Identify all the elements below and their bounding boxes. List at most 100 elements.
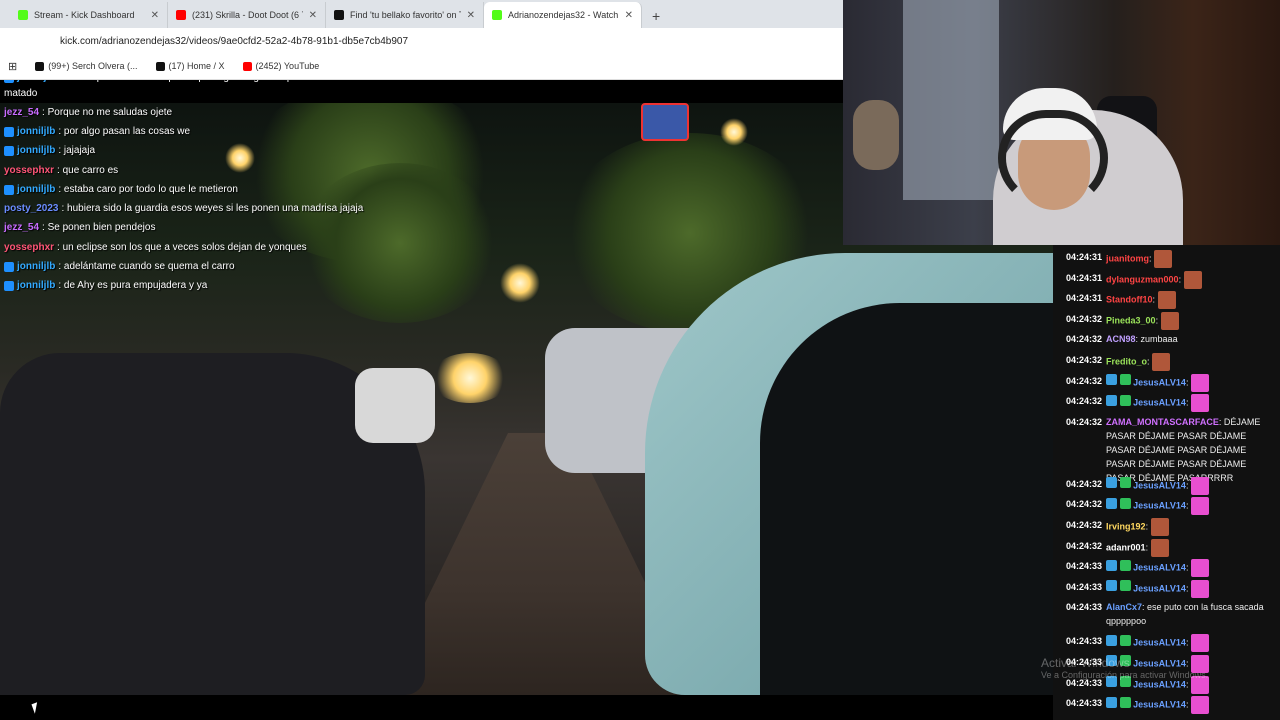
chat-message-row: 04:24:32 ZAMA_MONTASCARFACE: DÉJAME PASAR… <box>1066 415 1278 485</box>
chat-username[interactable]: Irving192 <box>1106 521 1146 531</box>
gift-badge-icon <box>1119 477 1131 489</box>
emote-icon <box>1183 270 1202 289</box>
subscriber-badge-icon <box>1106 394 1118 406</box>
gift-badge-icon <box>1119 373 1131 385</box>
chat-username[interactable]: AlanCx7 <box>1106 602 1142 612</box>
verified-badge-icon <box>4 145 14 156</box>
gift-badge-icon <box>1119 696 1131 708</box>
subscriber-badge-icon <box>1106 696 1118 708</box>
chat-username[interactable]: JesusALV14 <box>1133 501 1186 511</box>
subscriber-badge-icon <box>1106 373 1118 385</box>
tab-favicon-icon <box>176 10 186 20</box>
chat-timestamp: 04:24:32 <box>1066 416 1103 427</box>
chat-message: : que carro es <box>57 165 119 176</box>
chat-username: jonniljlb <box>17 145 56 156</box>
shoe-shelf <box>903 0 999 200</box>
chat-message: : de Ahy es pura empujadera y ya <box>58 280 208 291</box>
overlay-chat-line: posty_2023: hubiera sido la guardia esos… <box>4 203 363 214</box>
browser-tab[interactable]: Stream - Kick Dashboard ✕ <box>10 2 168 28</box>
url-text[interactable]: kick.com/adrianozendejas32/videos/9ae0cf… <box>60 36 408 47</box>
street-light <box>225 143 255 173</box>
tab-label: Find 'tu bellako favorito' on Tik <box>350 10 461 20</box>
browser-tab[interactable]: (231) Skrilla - Doot Doot (6 7) (✕ <box>168 2 326 28</box>
bookmark-label: (99+) Serch Olvera (... <box>48 61 138 71</box>
chat-timestamp: 04:24:31 <box>1066 293 1103 304</box>
live-chat: 04:24:31 juanitomg: 04:24:31 dylanguzman00… <box>1053 245 1280 720</box>
chat-username[interactable]: Fredito_o <box>1106 356 1147 366</box>
chat-username: posty_2023 <box>4 203 59 214</box>
chat-username[interactable]: JesusALV14 <box>1133 638 1186 648</box>
overlay-chat-line: jezz_54: Porque no me saludas ojete <box>4 107 172 118</box>
overlay-chat-line: jonniljlb: de Ahy es pura empujadera y y… <box>4 280 207 291</box>
chat-text: : zumbaaa <box>1135 334 1178 345</box>
chat-timestamp: 04:24:32 <box>1066 540 1103 551</box>
close-tab-icon[interactable]: ✕ <box>467 10 475 21</box>
tab-favicon-icon <box>492 10 502 20</box>
teddy-bear <box>853 100 899 170</box>
car-window <box>760 303 1053 695</box>
close-tab-icon[interactable]: ✕ <box>625 10 633 21</box>
overlay-chat-line: jonniljlb: jajajaja <box>4 145 95 156</box>
chat-username: jonniljlb <box>17 184 56 195</box>
bookmark-favicon-icon <box>242 61 252 71</box>
tab-strip: Stream - Kick Dashboard ✕ (231) Skrilla - … <box>0 0 843 28</box>
gift-badge-icon <box>1119 394 1131 406</box>
chat-username[interactable]: JesusALV14 <box>1133 583 1186 593</box>
chat-username[interactable]: Pineda3_00 <box>1106 315 1156 325</box>
chat-username[interactable]: JesusALV14 <box>1133 700 1186 710</box>
chat-username[interactable]: dylanguzman000 <box>1106 274 1179 284</box>
chat-timestamp: 04:24:32 <box>1066 313 1103 324</box>
chat-username[interactable]: ACN98 <box>1106 334 1136 344</box>
chat-message: : Se ponen bien pendejos <box>42 222 156 233</box>
bookmark-item[interactable]: (99+) Serch Olvera (... <box>35 61 138 71</box>
chat-timestamp: 04:24:32 <box>1066 334 1103 345</box>
white-car <box>355 368 435 443</box>
emote-icon <box>1190 559 1209 578</box>
chat-username[interactable]: adanr001 <box>1106 542 1146 552</box>
emote-icon <box>1160 311 1179 330</box>
browser-window: Stream - Kick Dashboard ✕ (231) Skrilla - … <box>0 0 843 80</box>
chat-username[interactable]: JesusALV14 <box>1133 563 1186 573</box>
chat-message: : un eclipse son los que a veces solos d… <box>57 242 307 253</box>
verified-badge-icon <box>4 126 14 137</box>
overlay-chat-line: jonniljlb: estaba caro por todo lo que l… <box>4 184 238 195</box>
chat-username: yossephxr <box>4 165 55 176</box>
windows-activation-watermark: Activar Windows Ve a Configuración para … <box>1041 656 1208 680</box>
close-tab-icon[interactable]: ✕ <box>151 10 159 21</box>
overlay-chat-line: yossephxr: que carro es <box>4 165 118 176</box>
address-bar[interactable]: kick.com/adrianozendejas32/videos/9ae0cf… <box>0 28 843 54</box>
chat-username[interactable]: ZAMA_MONTASCARFACE <box>1106 417 1219 427</box>
chat-username[interactable]: JesusALV14 <box>1133 377 1186 387</box>
chat-username[interactable]: JesusALV14 <box>1133 398 1186 408</box>
chat-message-row: 04:24:32 Irving192: <box>1066 518 1278 536</box>
overlay-chat-line: jezz_54: Se ponen bien pendejos <box>4 222 155 233</box>
chat-timestamp: 04:24:33 <box>1066 698 1103 709</box>
chat-message-row: 04:24:31 Standoff10: <box>1066 291 1278 310</box>
browser-tab[interactable]: Find 'tu bellako favorito' on Tik ✕ <box>326 2 484 28</box>
new-tab-button[interactable]: + <box>642 8 670 28</box>
close-tab-icon[interactable]: ✕ <box>309 10 317 21</box>
chat-timestamp: 04:24:33 <box>1066 561 1103 572</box>
street-light <box>720 118 748 146</box>
chat-username[interactable]: JesusALV14 <box>1133 480 1186 490</box>
subscriber-badge-icon <box>1106 477 1118 489</box>
emote-icon <box>1190 476 1209 495</box>
apps-icon[interactable]: ⊞ <box>8 60 17 73</box>
chat-username[interactable]: JesusALV14 <box>1133 679 1186 689</box>
bottom-bar <box>0 695 1053 720</box>
gift-badge-icon <box>1119 580 1131 592</box>
browser-tab[interactable]: Adrianozendejas32 - Watch ✕ <box>484 2 642 28</box>
chat-username[interactable]: juanitomg <box>1106 253 1149 263</box>
chat-message-row: 04:24:32 JesusALV14: <box>1066 497 1278 516</box>
chat-message: : jajajaja <box>58 145 96 156</box>
neon-sign <box>641 103 689 141</box>
bookmark-item[interactable]: (17) Home / X <box>155 61 225 71</box>
tree-foliage <box>300 163 500 323</box>
gift-badge-icon <box>1119 634 1131 646</box>
emote-icon <box>1190 394 1209 413</box>
chat-username[interactable]: Standoff10 <box>1106 295 1153 305</box>
chat-message: : adelántame cuando se quema el carro <box>58 261 235 272</box>
gift-badge-icon <box>1119 559 1131 571</box>
chat-message-row: 04:24:31 dylanguzman000: <box>1066 270 1278 289</box>
bookmark-item[interactable]: (2452) YouTube <box>242 61 319 71</box>
